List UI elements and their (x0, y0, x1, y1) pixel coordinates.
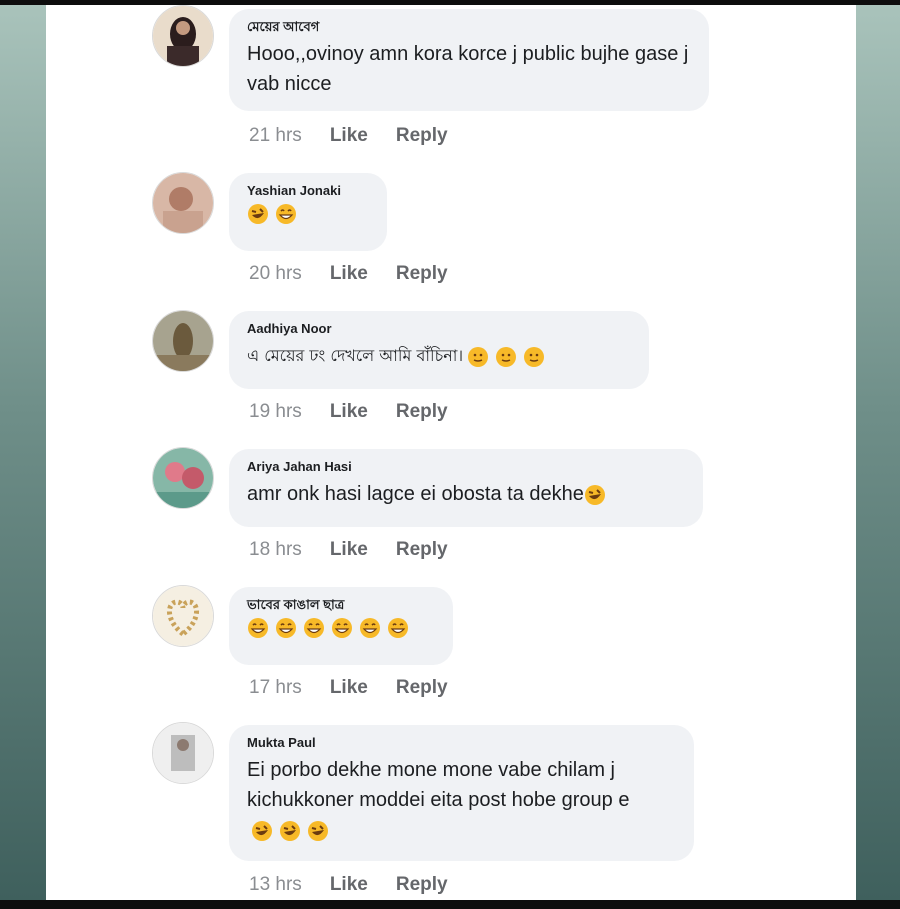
avatar[interactable] (152, 5, 214, 67)
comment-time[interactable]: 18 hrs (249, 539, 302, 561)
comment-actions: 13 hrs Like Reply (249, 874, 448, 896)
comment-actions: 20 hrs Like Reply (249, 263, 448, 285)
comment-time[interactable]: 19 hrs (249, 401, 302, 423)
emoji-row (247, 617, 437, 639)
comment-time[interactable]: 21 hrs (249, 125, 302, 147)
comment-text: এ মেয়ের ঢং দেখলে আমি বাঁচিনা। (247, 341, 633, 371)
slight-smile-emoji-icon (524, 346, 545, 367)
rolling-laugh-emoji-icon (248, 204, 268, 224)
avatar[interactable] (152, 722, 214, 784)
comment-text: amr onk hasi lagce ei obosta ta dekhe (247, 479, 687, 509)
comment-time[interactable]: 20 hrs (249, 263, 302, 285)
rolling-laugh-emoji-icon (252, 820, 272, 841)
comment-author[interactable]: Ariya Jahan Hasi (247, 459, 687, 475)
comment-text: Ei porbo dekhe mone mone vabe chilam j k… (247, 755, 678, 845)
reply-button[interactable]: Reply (396, 263, 448, 285)
avatar[interactable] (152, 447, 214, 509)
left-background-strip (0, 5, 46, 900)
comment-text-content: amr onk hasi lagce ei obosta ta dekhe (247, 483, 584, 505)
comment-actions: 21 hrs Like Reply (249, 125, 448, 147)
comment-author[interactable]: Mukta Paul (247, 735, 678, 751)
like-button[interactable]: Like (330, 125, 368, 147)
comment-actions: 19 hrs Like Reply (249, 401, 448, 423)
grin-sweat-emoji-icon (388, 618, 408, 638)
comment-time[interactable]: 17 hrs (249, 677, 302, 699)
right-background-strip (856, 5, 900, 900)
comment-time[interactable]: 13 hrs (249, 874, 302, 896)
grin-sweat-emoji-icon (276, 618, 296, 638)
comment-bubble: ভাবের কাঙাল ছাত্র (229, 587, 453, 665)
comment-author[interactable]: ভাবের কাঙাল ছাত্র (247, 597, 437, 613)
reply-button[interactable]: Reply (396, 125, 448, 147)
comment-text-content: Ei porbo dekhe mone mone vabe chilam j k… (247, 759, 630, 811)
grin-sweat-emoji-icon (304, 618, 324, 638)
like-button[interactable]: Like (330, 263, 368, 285)
comment-bubble: Mukta Paul Ei porbo dekhe mone mone vabe… (229, 725, 694, 861)
like-button[interactable]: Like (330, 874, 368, 896)
reply-button[interactable]: Reply (396, 401, 448, 423)
rolling-laugh-emoji-icon (584, 484, 605, 505)
grin-sweat-emoji-icon (332, 618, 352, 638)
emoji-row (247, 203, 371, 225)
comment-author[interactable]: Yashian Jonaki (247, 183, 371, 199)
avatar[interactable] (152, 172, 214, 234)
rolling-laugh-emoji-icon (280, 820, 300, 841)
comment-actions: 18 hrs Like Reply (249, 539, 448, 561)
comment-text: Hooo,,ovinoy amn kora korce j public buj… (247, 43, 689, 95)
comment-author[interactable]: Aadhiya Noor (247, 321, 633, 337)
comment-text-content: এ মেয়ের ঢং দেখলে আমি বাঁচিনা। (247, 346, 464, 365)
avatar[interactable] (152, 585, 214, 647)
comment-actions: 17 hrs Like Reply (249, 677, 448, 699)
emoji-row (467, 346, 545, 368)
comments-panel: মেয়ের আবেগ Hooo,,ovinoy amn kora korce … (46, 5, 856, 900)
reply-button[interactable]: Reply (396, 677, 448, 699)
grin-sweat-emoji-icon (276, 204, 296, 224)
reply-button[interactable]: Reply (396, 539, 448, 561)
comment-bubble: মেয়ের আবেগ Hooo,,ovinoy amn kora korce … (229, 9, 709, 111)
like-button[interactable]: Like (330, 677, 368, 699)
reply-button[interactable]: Reply (396, 874, 448, 896)
comment-bubble: Yashian Jonaki (229, 173, 387, 251)
like-button[interactable]: Like (330, 539, 368, 561)
rolling-laugh-emoji-icon (308, 820, 328, 841)
grin-sweat-emoji-icon (360, 618, 380, 638)
slight-smile-emoji-icon (468, 346, 489, 367)
comment-bubble: Ariya Jahan Hasi amr onk hasi lagce ei o… (229, 449, 703, 527)
emoji-row (251, 820, 329, 842)
avatar[interactable] (152, 310, 214, 372)
comment-author[interactable]: মেয়ের আবেগ (247, 19, 693, 35)
slight-smile-emoji-icon (496, 346, 517, 367)
comment-bubble: Aadhiya Noor এ মেয়ের ঢং দেখলে আমি বাঁচি… (229, 311, 649, 389)
like-button[interactable]: Like (330, 401, 368, 423)
grin-sweat-emoji-icon (248, 618, 268, 638)
